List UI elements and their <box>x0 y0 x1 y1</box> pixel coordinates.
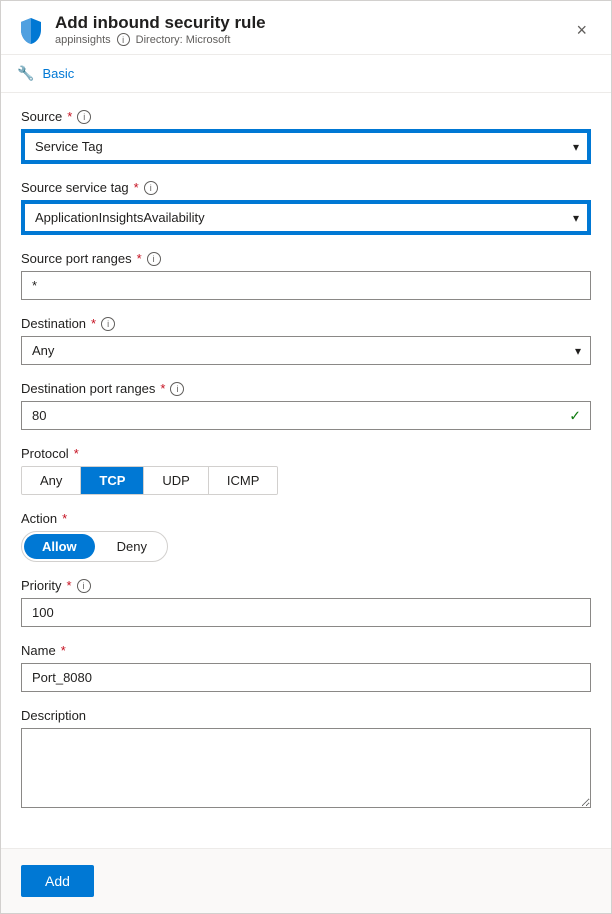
subtitle-dir: Directory: Microsoft <box>136 34 231 46</box>
section-tab-label: Basic <box>42 66 74 81</box>
source-port-ranges-group: Source port ranges * i <box>21 251 591 300</box>
priority-info-icon[interactable]: i <box>77 579 91 593</box>
source-select[interactable]: Service Tag Any IP Addresses Application… <box>23 131 589 162</box>
panel-title: Add inbound security rule <box>55 13 266 33</box>
source-port-ranges-required: * <box>137 251 142 266</box>
source-select-wrapper: Service Tag Any IP Addresses Application… <box>21 129 591 164</box>
protocol-any-button[interactable]: Any <box>22 467 81 494</box>
name-input[interactable] <box>21 663 591 692</box>
action-deny-button[interactable]: Deny <box>99 534 165 559</box>
add-button[interactable]: Add <box>21 865 94 897</box>
source-port-ranges-label: Source port ranges * i <box>21 251 591 266</box>
destination-group: Destination * i Any IP Addresses Service… <box>21 316 591 365</box>
priority-input[interactable] <box>21 598 591 627</box>
source-info-icon[interactable]: i <box>77 110 91 124</box>
action-group: Action * Allow Deny <box>21 511 591 562</box>
description-textarea[interactable] <box>21 728 591 808</box>
protocol-group: Protocol * Any TCP UDP ICMP <box>21 446 591 495</box>
destination-required: * <box>91 316 96 331</box>
action-label: Action * <box>21 511 591 526</box>
protocol-icmp-button[interactable]: ICMP <box>209 467 278 494</box>
section-tab: 🔧 Basic <box>1 55 611 93</box>
destination-port-ranges-label: Destination port ranges * i <box>21 381 591 396</box>
action-allow-button[interactable]: Allow <box>24 534 95 559</box>
protocol-tcp-button[interactable]: TCP <box>81 467 144 494</box>
destination-port-ranges-input-wrapper: ✓ <box>21 401 591 430</box>
name-required: * <box>61 643 66 658</box>
description-group: Description <box>21 708 591 811</box>
destination-port-ranges-input[interactable] <box>21 401 591 430</box>
panel-header: Add inbound security rule appinsights i … <box>1 1 611 55</box>
action-required: * <box>62 511 67 526</box>
priority-group: Priority * i <box>21 578 591 627</box>
name-label: Name * <box>21 643 591 658</box>
source-label: Source * i <box>21 109 591 124</box>
source-port-ranges-info-icon[interactable]: i <box>147 252 161 266</box>
wrench-icon: 🔧 <box>17 65 34 82</box>
check-mark-icon: ✓ <box>569 407 581 424</box>
destination-info-icon[interactable]: i <box>101 317 115 331</box>
destination-select[interactable]: Any IP Addresses Service Tag Application… <box>21 336 591 365</box>
source-port-ranges-input[interactable] <box>21 271 591 300</box>
protocol-required: * <box>74 446 79 461</box>
priority-required: * <box>66 578 71 593</box>
header-left: Add inbound security rule appinsights i … <box>17 13 266 46</box>
source-service-tag-select[interactable]: ApplicationInsightsAvailability Internet… <box>23 202 589 233</box>
add-inbound-rule-panel: Add inbound security rule appinsights i … <box>0 0 612 914</box>
action-button-group: Allow Deny <box>21 531 168 562</box>
description-label: Description <box>21 708 591 723</box>
destination-label: Destination * i <box>21 316 591 331</box>
source-service-tag-required: * <box>134 180 139 195</box>
shield-icon <box>17 16 45 44</box>
protocol-udp-button[interactable]: UDP <box>144 467 208 494</box>
destination-select-wrapper: Any IP Addresses Service Tag Application… <box>21 336 591 365</box>
protocol-button-group: Any TCP UDP ICMP <box>21 466 278 495</box>
destination-port-ranges-group: Destination port ranges * i ✓ <box>21 381 591 430</box>
protocol-label: Protocol * <box>21 446 591 461</box>
source-service-tag-select-wrapper: ApplicationInsightsAvailability Internet… <box>21 200 591 235</box>
info-circle-icon: i <box>117 33 130 46</box>
subtitle-app: appinsights <box>55 34 111 46</box>
close-button[interactable]: × <box>568 17 595 43</box>
source-service-tag-group: Source service tag * i ApplicationInsigh… <box>21 180 591 235</box>
panel-footer: Add <box>1 848 611 913</box>
form-body: Source * i Service Tag Any IP Addresses … <box>1 93 611 848</box>
source-service-tag-info-icon[interactable]: i <box>144 181 158 195</box>
panel-subtitle: appinsights i Directory: Microsoft <box>55 33 266 46</box>
destination-port-ranges-required: * <box>160 381 165 396</box>
priority-label: Priority * i <box>21 578 591 593</box>
title-group: Add inbound security rule appinsights i … <box>55 13 266 46</box>
source-group: Source * i Service Tag Any IP Addresses … <box>21 109 591 164</box>
name-group: Name * <box>21 643 591 692</box>
destination-port-ranges-info-icon[interactable]: i <box>170 382 184 396</box>
source-service-tag-label: Source service tag * i <box>21 180 591 195</box>
source-required: * <box>67 109 72 124</box>
